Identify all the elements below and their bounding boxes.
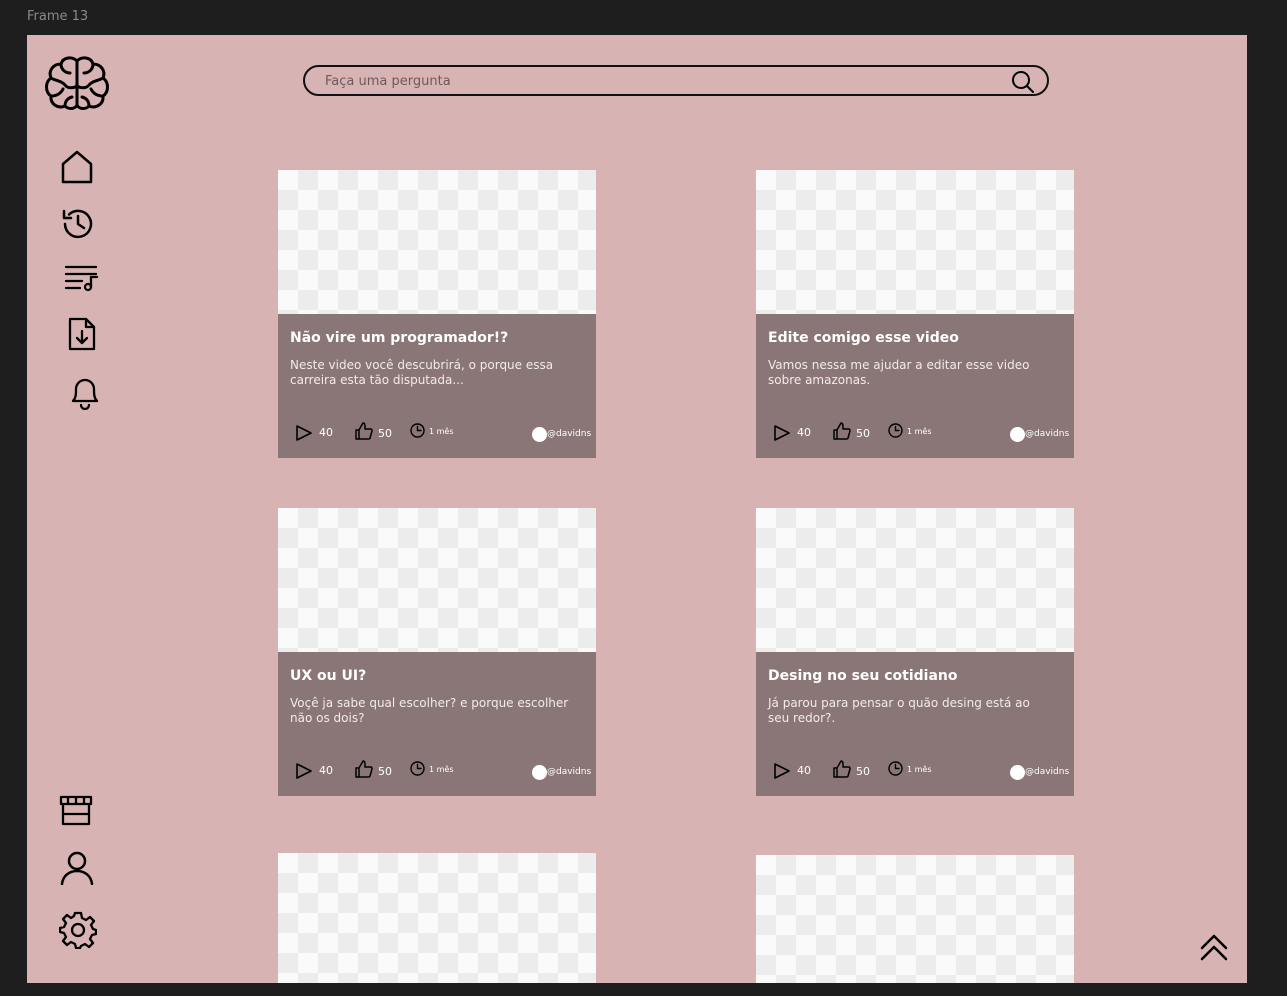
search-input[interactable] xyxy=(325,71,1005,91)
clock-icon xyxy=(410,761,425,776)
brain-icon[interactable] xyxy=(44,55,110,111)
author-handle[interactable]: @davidns xyxy=(1025,767,1069,777)
author-handle[interactable]: @davidns xyxy=(1025,429,1069,439)
play-icon[interactable] xyxy=(295,424,313,442)
views-count: 40 xyxy=(797,764,811,777)
avatar[interactable] xyxy=(532,765,547,780)
posted-time: 1 mês xyxy=(429,765,454,774)
card-title: UX ou UI? xyxy=(290,668,367,684)
card-description: Já parou para pensar o quão desing está … xyxy=(768,696,1030,725)
avatar[interactable] xyxy=(532,427,547,442)
search-icon[interactable] xyxy=(1011,70,1035,94)
likes-count: 50 xyxy=(378,427,392,440)
history-icon[interactable] xyxy=(60,206,96,242)
video-thumbnail[interactable] xyxy=(756,855,1074,983)
download-file-icon[interactable] xyxy=(67,317,97,351)
settings-icon[interactable] xyxy=(59,911,97,949)
card-description: Neste video você descubrirá, o porque es… xyxy=(290,358,554,387)
playlist-icon[interactable] xyxy=(64,264,100,292)
views-count: 40 xyxy=(319,764,333,777)
video-thumbnail[interactable] xyxy=(756,508,1074,652)
card-stats: 40 50 1 mês @davidns xyxy=(756,422,1074,442)
clock-icon xyxy=(888,423,903,438)
frame-label: Frame 13 xyxy=(27,9,89,24)
video-card[interactable]: Edite comigo esse video Vamos nessa me a… xyxy=(756,170,1074,458)
likes-count: 50 xyxy=(856,765,870,778)
posted-time: 1 mês xyxy=(429,427,454,436)
video-thumbnail[interactable] xyxy=(278,508,596,652)
card-stats: 40 50 1 mês @davidns xyxy=(278,760,596,780)
card-description: Vamos nessa me ajudar a editar esse vide… xyxy=(768,358,1030,387)
card-description: Voçê ja sabe qual escolher? e porque esc… xyxy=(290,696,569,725)
card-stats: 40 50 1 mês @davidns xyxy=(278,422,596,442)
play-icon[interactable] xyxy=(295,762,313,780)
posted-time: 1 mês xyxy=(907,427,932,436)
like-icon[interactable] xyxy=(355,422,373,440)
likes-count: 50 xyxy=(378,765,392,778)
like-icon[interactable] xyxy=(833,422,851,440)
chevrons-up-icon[interactable] xyxy=(1199,933,1229,961)
app-frame: Não vire um programador!? Neste video vo… xyxy=(27,35,1247,983)
card-title: Edite comigo esse video xyxy=(768,330,959,346)
video-card[interactable]: Desing no seu cotidiano Já parou para pe… xyxy=(756,508,1074,796)
video-thumbnail[interactable] xyxy=(278,853,596,983)
video-card[interactable]: Não vire um programador!? Neste video vo… xyxy=(278,170,596,458)
card-title: Não vire um programador!? xyxy=(290,330,509,346)
play-icon[interactable] xyxy=(773,762,791,780)
card-title: Desing no seu cotidiano xyxy=(768,668,958,684)
like-icon[interactable] xyxy=(833,760,851,778)
user-icon[interactable] xyxy=(60,851,94,885)
video-card[interactable]: UX ou UI? Voçê ja sabe qual escolher? e … xyxy=(278,508,596,796)
author-handle[interactable]: @davidns xyxy=(547,767,591,777)
views-count: 40 xyxy=(797,426,811,439)
search-bar xyxy=(303,65,1049,96)
video-card[interactable] xyxy=(756,855,1074,983)
posted-time: 1 mês xyxy=(907,765,932,774)
video-thumbnail[interactable] xyxy=(278,170,596,314)
clock-icon xyxy=(888,761,903,776)
video-card[interactable] xyxy=(278,853,596,983)
bell-icon[interactable] xyxy=(67,374,103,410)
avatar[interactable] xyxy=(1010,765,1025,780)
views-count: 40 xyxy=(319,426,333,439)
likes-count: 50 xyxy=(856,427,870,440)
store-icon[interactable] xyxy=(59,794,93,826)
clock-icon xyxy=(410,423,425,438)
author-handle[interactable]: @davidns xyxy=(547,429,591,439)
home-icon[interactable] xyxy=(60,150,94,184)
video-thumbnail[interactable] xyxy=(756,170,1074,314)
card-stats: 40 50 1 mês @davidns xyxy=(756,760,1074,780)
play-icon[interactable] xyxy=(773,424,791,442)
avatar[interactable] xyxy=(1010,427,1025,442)
like-icon[interactable] xyxy=(355,760,373,778)
